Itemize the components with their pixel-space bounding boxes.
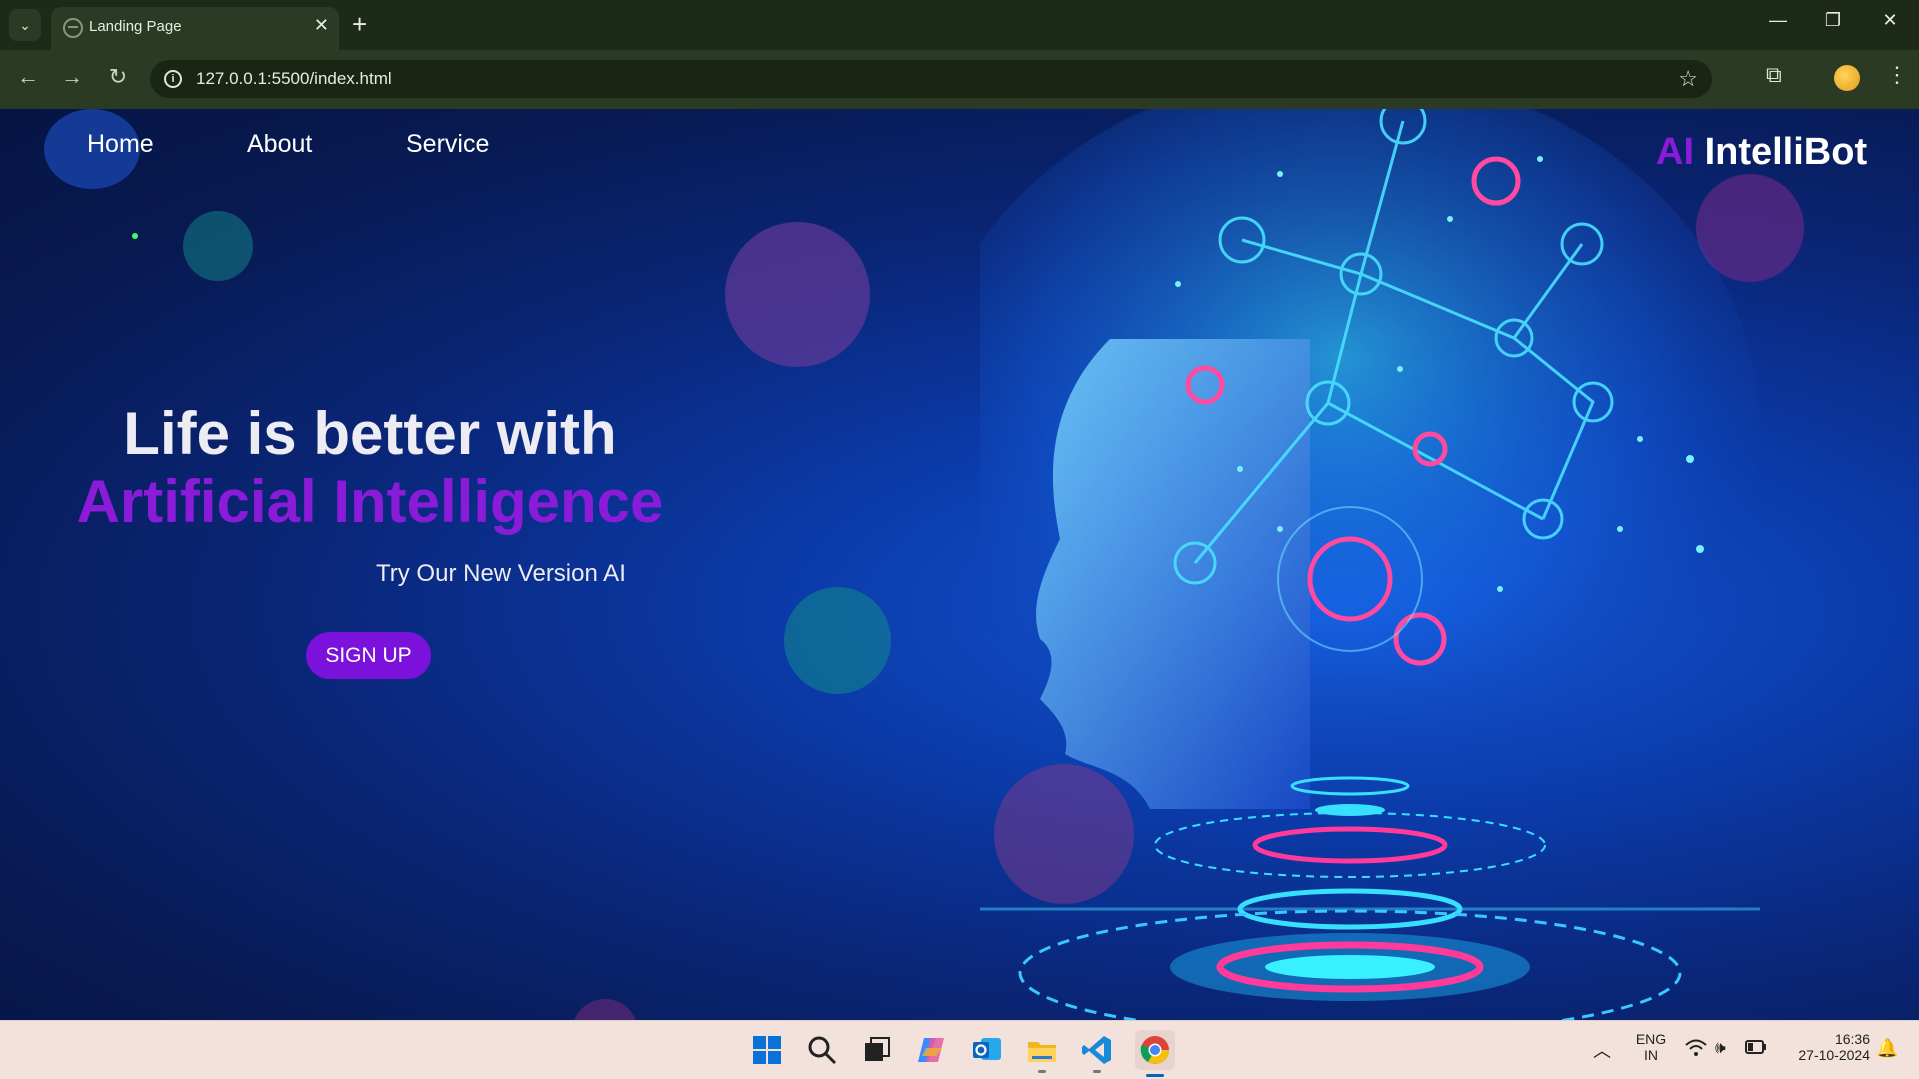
ai-head-illustration <box>980 109 1760 1020</box>
brand-name: IntelliBot <box>1704 131 1868 173</box>
browser-toolbar: ← → ↻ i 127.0.0.1:5500/index.html ☆ ⧉ ⋮ <box>0 50 1919 109</box>
clock-time: 16:36 <box>1834 1031 1870 1047</box>
clock-date: 27-10-2024 <box>1798 1047 1870 1063</box>
battery-icon[interactable] <box>1745 1040 1767 1057</box>
signup-button[interactable]: SIGN UP <box>306 632 431 679</box>
decor-bubble <box>183 211 253 281</box>
outlook-icon[interactable] <box>970 1033 1004 1067</box>
decor-bubble <box>784 587 891 694</box>
wifi-icon[interactable] <box>1685 1039 1707 1060</box>
notification-bell-icon[interactable]: 🔔 <box>1876 1038 1898 1059</box>
star-icon[interactable]: ☆ <box>1678 66 1698 92</box>
new-tab-button[interactable]: + <box>352 8 367 40</box>
task-view-icon[interactable] <box>860 1033 894 1067</box>
language-code: ENG <box>1635 1031 1667 1047</box>
address-bar[interactable]: i 127.0.0.1:5500/index.html ☆ <box>150 60 1712 98</box>
copilot-icon[interactable] <box>915 1033 949 1067</box>
vscode-icon[interactable] <box>1080 1033 1114 1073</box>
volume-icon[interactable]: 🕪 <box>1715 1038 1726 1058</box>
more-vert-icon[interactable]: ⋮ <box>1886 62 1908 88</box>
decor-bubble <box>132 233 138 239</box>
running-indicator <box>1038 1070 1046 1073</box>
brand-prefix: AI <box>1656 131 1694 173</box>
browser-tab-bar: ⌄ Landing Page ✕ + — ❐ ✕ <box>0 0 1919 50</box>
minimize-icon[interactable]: — <box>1758 10 1798 31</box>
windows-start-icon[interactable] <box>750 1033 784 1067</box>
back-icon[interactable]: ← <box>13 64 43 90</box>
nav-home[interactable]: Home <box>87 130 154 159</box>
language-indicator[interactable]: ENG IN <box>1631 1031 1671 1063</box>
brand-logo: AI IntelliBot <box>1656 131 1867 174</box>
active-indicator <box>1146 1074 1164 1077</box>
tab-title: Landing Page <box>89 18 182 35</box>
profile-avatar[interactable] <box>1834 65 1860 91</box>
hero-headline-accent: Artificial Intelligence <box>76 468 664 535</box>
search-icon[interactable] <box>805 1033 839 1067</box>
running-indicator <box>1093 1070 1101 1073</box>
file-explorer-icon[interactable] <box>1025 1033 1059 1073</box>
nav-service[interactable]: Service <box>406 130 489 159</box>
decor-bubble <box>572 999 638 1020</box>
chrome-icon[interactable] <box>1135 1030 1175 1077</box>
chevron-up-icon[interactable]: ︿ <box>1593 1037 1611 1063</box>
landing-page: Home About Service AI IntelliBot Life is… <box>0 109 1919 1020</box>
nav-about[interactable]: About <box>247 130 312 159</box>
hero-headline: Life is better with <box>123 400 617 467</box>
decor-bubble <box>725 222 870 367</box>
url-text[interactable]: 127.0.0.1:5500/index.html <box>196 69 392 89</box>
windows-taskbar: ︿ ENG IN 🕪 16:36 27-10-2024 🔔 <box>0 1020 1919 1079</box>
window-close-icon[interactable]: ✕ <box>1870 10 1910 31</box>
hero-subtitle: Try Our New Version AI <box>376 560 626 587</box>
reload-icon[interactable]: ↻ <box>103 64 133 90</box>
globe-icon <box>63 18 83 38</box>
forward-icon[interactable]: → <box>57 64 87 90</box>
restore-icon[interactable]: ❐ <box>1813 10 1853 31</box>
browser-tab[interactable]: Landing Page ✕ <box>51 7 339 50</box>
close-icon[interactable]: ✕ <box>314 15 329 36</box>
clock[interactable]: 16:36 27-10-2024 <box>1786 1031 1870 1063</box>
extensions-icon[interactable]: ⧉ <box>1766 62 1782 88</box>
info-icon[interactable]: i <box>164 70 182 88</box>
tab-search-icon[interactable]: ⌄ <box>9 9 41 41</box>
region-code: IN <box>1644 1047 1658 1063</box>
